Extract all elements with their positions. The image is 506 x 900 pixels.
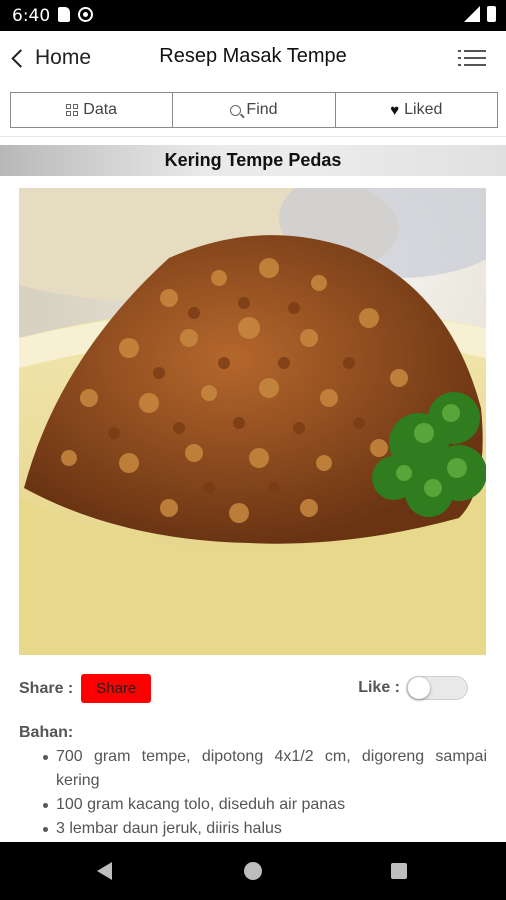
back-triangle-icon[interactable]: [97, 862, 112, 880]
status-time: 6:40: [12, 6, 51, 26]
recipe-title: Kering Tempe Pedas: [164, 150, 342, 170]
grid-icon: [66, 104, 79, 116]
home-circle-icon[interactable]: [244, 862, 262, 880]
menu-dot: [458, 57, 461, 59]
recents-square-icon[interactable]: [391, 863, 407, 879]
status-icons-left: [58, 7, 93, 22]
tab-data-label: Data: [83, 101, 118, 118]
share-button[interactable]: Share: [81, 674, 152, 703]
system-nav-bar: [0, 842, 506, 900]
tab-bar: Data Find ♥ Liked: [10, 92, 498, 128]
tab-data[interactable]: Data: [11, 93, 172, 127]
ingredient-item: 100 gram kacang tolo, diseduh air panas: [19, 793, 487, 817]
app-bar: Resep Masak Tempe Home: [0, 31, 506, 85]
recipe-photo: [19, 188, 486, 655]
divider: [0, 136, 506, 137]
tab-find[interactable]: Find: [172, 93, 334, 127]
tab-find-label: Find: [246, 101, 278, 118]
signal-icon: [464, 6, 480, 22]
share-label: Share :: [19, 679, 74, 697]
like-label: Like :: [358, 679, 400, 696]
ingredient-item: 3 lembar daun jeruk, diiris halus: [19, 817, 487, 841]
ingredient-list: 700 gram tempe, dipotong 4x1/2 cm, digor…: [19, 745, 487, 841]
sim-card-icon: [58, 7, 70, 22]
battery-icon: [487, 6, 496, 22]
hamburger-menu-icon[interactable]: [458, 48, 486, 68]
back-button[interactable]: Home: [10, 43, 91, 73]
status-icons-right: [464, 6, 496, 22]
heart-icon: ♥: [390, 101, 400, 119]
menu-dot: [458, 64, 461, 66]
like-row: Like :: [358, 676, 468, 700]
ingredients-section: Bahan: 700 gram tempe, dipotong 4x1/2 cm…: [19, 724, 487, 841]
back-label: Home: [35, 46, 92, 69]
like-toggle[interactable]: [406, 676, 468, 700]
menu-line: [464, 57, 486, 59]
tab-liked[interactable]: ♥ Liked: [334, 93, 497, 127]
like-toggle-knob: [408, 677, 430, 699]
ingredients-heading: Bahan:: [19, 724, 74, 741]
status-bar: 6:40: [0, 0, 506, 31]
recipe-photo-svg: [19, 188, 486, 655]
search-icon: [230, 104, 242, 116]
chevron-left-icon: [11, 48, 30, 68]
menu-dot: [458, 50, 461, 52]
menu-line: [464, 64, 486, 66]
recipe-header: Kering Tempe Pedas: [0, 145, 506, 176]
ingredient-item: 700 gram tempe, dipotong 4x1/2 cm, digor…: [19, 745, 487, 793]
tab-liked-label: Liked: [404, 101, 443, 118]
menu-line: [464, 50, 486, 52]
share-row: Share : Share: [19, 674, 152, 703]
sync-icon: [78, 7, 93, 22]
